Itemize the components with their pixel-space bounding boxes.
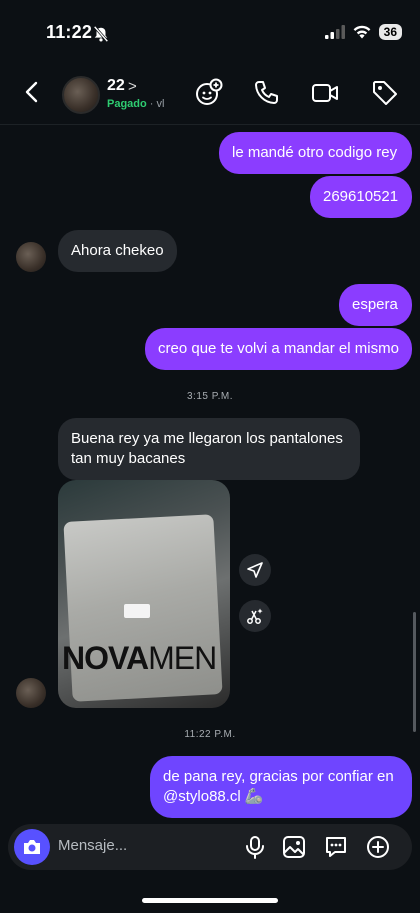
timestamp: 11:22 P.M. bbox=[184, 729, 236, 740]
home-indicator[interactable] bbox=[142, 898, 278, 903]
contact-status: Pagado · vl bbox=[107, 98, 164, 110]
status-separator: · bbox=[149, 98, 154, 110]
contact-avatar-small[interactable] bbox=[16, 678, 46, 708]
phone-icon[interactable] bbox=[251, 78, 281, 108]
chat-header: 22 > Pagado · vl bbox=[0, 64, 420, 125]
camera-button[interactable] bbox=[14, 829, 50, 865]
gallery-icon[interactable] bbox=[281, 834, 307, 860]
status-label: Pagado bbox=[107, 98, 147, 110]
contact-name[interactable]: 22 bbox=[107, 77, 125, 95]
message-composer: Mensaje... bbox=[8, 824, 412, 870]
ai-sparkle-icon bbox=[247, 608, 263, 624]
ai-edit-button[interactable] bbox=[239, 600, 271, 632]
wifi-icon bbox=[353, 25, 371, 39]
message-incoming[interactable]: Ahora chekeo bbox=[58, 230, 177, 272]
shared-photo[interactable]: NOVAMEN bbox=[58, 480, 230, 708]
message-outgoing[interactable]: 269610521 bbox=[310, 176, 412, 218]
photo-brand-text: NOVAMEN bbox=[62, 640, 217, 676]
signal-icon bbox=[324, 25, 345, 39]
message-outgoing[interactable]: espera bbox=[339, 284, 412, 326]
silent-bell-icon bbox=[93, 25, 109, 43]
status-indicators: 36 bbox=[324, 24, 402, 40]
message-outgoing[interactable]: de pana rey, gracias por confiar en @sty… bbox=[150, 756, 412, 818]
contact-avatar[interactable] bbox=[62, 76, 100, 114]
message-outgoing[interactable]: creo que te volvi a mandar el mismo bbox=[145, 328, 412, 370]
back-chevron-icon[interactable] bbox=[18, 78, 46, 106]
add-people-icon[interactable] bbox=[194, 78, 224, 108]
message-incoming[interactable]: Buena rey ya me llegaron los pantalones … bbox=[58, 418, 360, 480]
message-input[interactable]: Mensaje... bbox=[58, 837, 127, 854]
share-icon bbox=[247, 562, 263, 578]
sticker-chat-icon[interactable] bbox=[323, 834, 349, 860]
share-button[interactable] bbox=[239, 554, 271, 586]
timestamp: 3:15 P.M. bbox=[186, 391, 233, 402]
status-extra: vl bbox=[156, 98, 165, 110]
video-camera-icon[interactable] bbox=[310, 78, 340, 108]
scrollbar-thumb[interactable] bbox=[413, 612, 416, 732]
microphone-icon[interactable] bbox=[242, 834, 268, 860]
message-outgoing[interactable]: le mandé otro codigo rey bbox=[219, 132, 412, 174]
camera-icon bbox=[24, 840, 40, 854]
tag-icon[interactable] bbox=[370, 78, 400, 108]
status-time: 11:22 bbox=[46, 22, 93, 42]
contact-chevron-icon[interactable]: > bbox=[128, 78, 137, 95]
plus-icon[interactable] bbox=[365, 834, 391, 860]
photo-label bbox=[124, 604, 150, 618]
battery-indicator: 36 bbox=[378, 24, 402, 40]
contact-avatar-small[interactable] bbox=[16, 242, 46, 272]
